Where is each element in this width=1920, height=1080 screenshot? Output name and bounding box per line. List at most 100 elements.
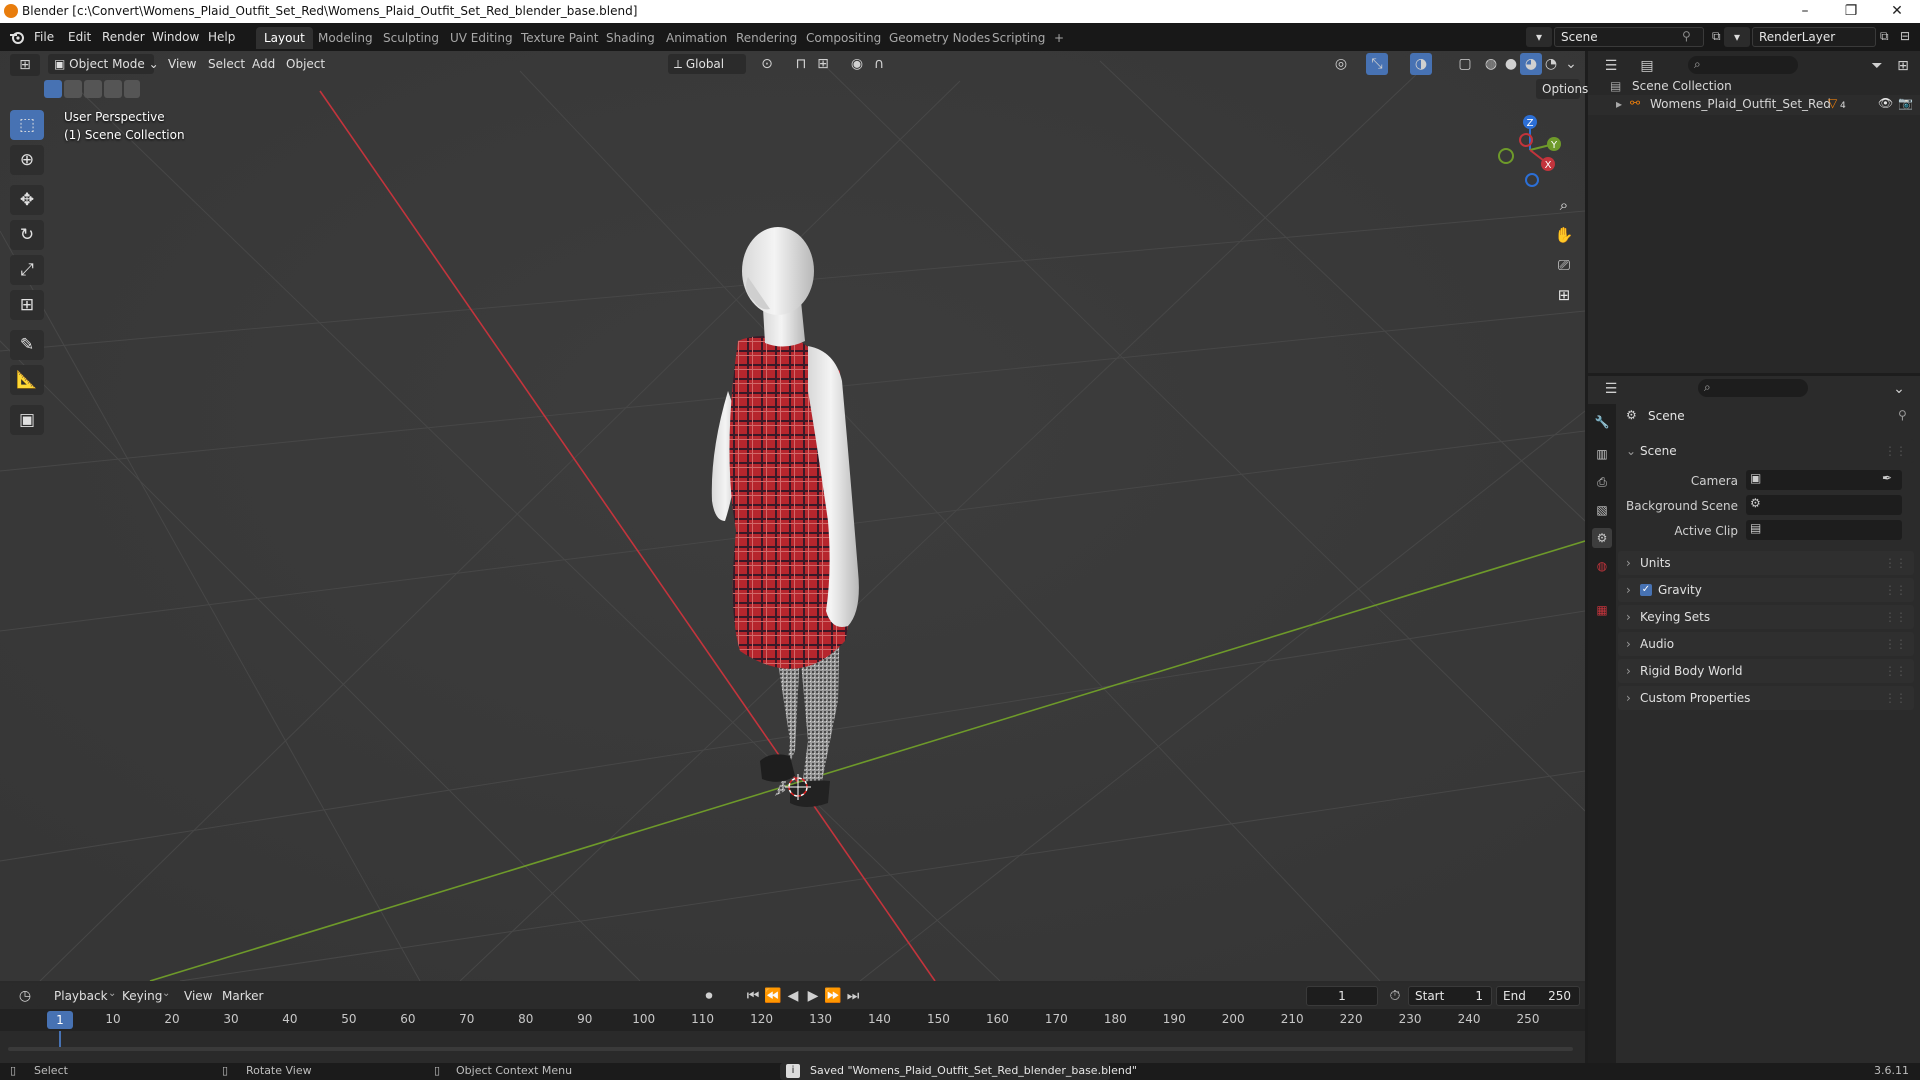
texture-tab-icon[interactable]: ▦ bbox=[1592, 600, 1612, 620]
pan-hand-icon[interactable]: ✋ bbox=[1550, 221, 1578, 249]
tab-scripting[interactable]: Scripting bbox=[984, 27, 1053, 49]
tab-geometry-nodes[interactable]: Geometry Nodes bbox=[881, 27, 998, 49]
grid-view-icon[interactable]: ⊞ bbox=[1550, 281, 1578, 309]
properties-options-icon[interactable]: ⌄ bbox=[1888, 378, 1910, 400]
record-icon[interactable]: ⏺ bbox=[698, 985, 720, 1007]
select-extend-icon[interactable] bbox=[64, 80, 82, 98]
next-keyframe-icon[interactable]: ⏩ bbox=[822, 985, 844, 1007]
gravity-checkbox[interactable]: ✓ bbox=[1640, 584, 1652, 596]
tab-animation[interactable]: Animation bbox=[658, 27, 735, 49]
navigation-gizmo[interactable]: Z Y X bbox=[1490, 110, 1570, 190]
panel-audio[interactable]: › Audio ⋮⋮ bbox=[1618, 632, 1914, 656]
play-icon[interactable]: ▶ bbox=[802, 985, 824, 1007]
scene-pin-icon[interactable]: ⚲ bbox=[1682, 29, 1691, 43]
move-tool-icon[interactable]: ✥ bbox=[10, 185, 44, 215]
blender-menu-icon[interactable] bbox=[8, 29, 26, 45]
filter-icon[interactable]: ⏷ bbox=[1866, 55, 1888, 77]
menu-marker[interactable]: Marker bbox=[216, 986, 269, 1006]
menu-select[interactable]: Select bbox=[202, 54, 251, 74]
new-scene-icon[interactable]: ⧉ bbox=[1712, 29, 1721, 44]
menu-view[interactable]: View bbox=[162, 54, 202, 74]
options-dropdown[interactable]: Options bbox=[1536, 79, 1588, 99]
material-shading-icon[interactable]: ◕ bbox=[1520, 53, 1542, 75]
drag-handle-icon[interactable]: ⋮⋮ bbox=[1884, 578, 1907, 602]
panel-custom-properties[interactable]: › Custom Properties ⋮⋮ bbox=[1618, 686, 1914, 710]
tab-modeling[interactable]: Modeling bbox=[310, 27, 381, 49]
tab-layout[interactable]: Layout bbox=[256, 27, 313, 49]
add-workspace-button[interactable]: + bbox=[1046, 27, 1072, 49]
menu-add[interactable]: Add bbox=[246, 54, 281, 74]
properties-search-input[interactable]: ⌕ bbox=[1698, 379, 1808, 397]
panel-gravity[interactable]: › ✓ Gravity ⋮⋮ bbox=[1618, 578, 1914, 602]
expand-arrow-icon[interactable]: ▸ bbox=[1616, 97, 1622, 111]
add-cube-tool-icon[interactable]: ▣ bbox=[10, 405, 44, 435]
camera-render-icon[interactable]: 📷 bbox=[1898, 96, 1913, 110]
scale-tool-icon[interactable]: ⤢ bbox=[10, 255, 44, 285]
active-clip-field[interactable]: ▤ bbox=[1746, 520, 1902, 540]
xray-toggle-icon[interactable]: ▢ bbox=[1454, 53, 1476, 75]
timeline-scrollbar[interactable] bbox=[8, 1047, 1573, 1051]
menu-keying[interactable]: Keying bbox=[116, 986, 168, 1006]
maximize-button[interactable]: ❐ bbox=[1828, 0, 1874, 23]
minimize-button[interactable]: – bbox=[1782, 0, 1828, 23]
drag-handle-icon[interactable]: ⋮⋮ bbox=[1884, 551, 1907, 575]
select-new-icon[interactable] bbox=[44, 80, 62, 98]
render-layer-browse-icon[interactable]: ▾ bbox=[1724, 27, 1750, 47]
tab-compositing[interactable]: Compositing bbox=[798, 27, 889, 49]
gizmo-toggle-icon[interactable]: ⤡ bbox=[1366, 53, 1388, 75]
mode-selector[interactable]: ▣ Object Mode ⌄ bbox=[48, 54, 159, 74]
visibility-icon[interactable]: ◎ bbox=[1330, 53, 1352, 75]
prev-keyframe-icon[interactable]: ⏪ bbox=[762, 985, 784, 1007]
eyedropper-icon[interactable]: ✒ bbox=[1882, 471, 1892, 485]
annotate-tool-icon[interactable]: ✎ bbox=[10, 330, 44, 360]
pin-icon[interactable]: ⚲ bbox=[1898, 408, 1907, 422]
select-subtract-icon[interactable] bbox=[84, 80, 102, 98]
timeline-ruler[interactable]: 10 20 30 40 50 60 70 80 90 100 110 120 130 140 150 160 1… bbox=[0, 1009, 1585, 1031]
camera-view-icon[interactable]: ⎚ bbox=[1550, 251, 1578, 279]
jump-end-icon[interactable]: ⏭ bbox=[842, 985, 864, 1007]
new-collection-icon[interactable]: ⊞ bbox=[1892, 55, 1914, 77]
play-reverse-icon[interactable]: ◀ bbox=[782, 985, 804, 1007]
preview-range-icon[interactable]: ⏱ bbox=[1384, 985, 1406, 1007]
select-box-tool-icon[interactable]: ⬚ bbox=[10, 110, 44, 140]
panel-rigid-body-world[interactable]: › Rigid Body World ⋮⋮ bbox=[1618, 659, 1914, 683]
render-layer-field[interactable]: RenderLayer bbox=[1752, 27, 1876, 47]
tab-texture-paint[interactable]: Texture Paint bbox=[513, 27, 606, 49]
close-button[interactable]: ✕ bbox=[1874, 0, 1920, 23]
drag-handle-icon[interactable]: ⋮⋮ bbox=[1884, 659, 1907, 683]
3d-viewport[interactable] bbox=[0, 51, 1585, 981]
transform-orientation-dropdown[interactable]: ⟂ Global bbox=[668, 54, 746, 74]
scene-browse-icon[interactable]: ▾ bbox=[1526, 27, 1552, 47]
outliner-editor-type-icon[interactable]: ☰ bbox=[1596, 55, 1626, 77]
display-mode-icon[interactable]: ▤ bbox=[1632, 55, 1662, 77]
timeline-editor-type-icon[interactable]: ◷ bbox=[10, 985, 40, 1007]
eye-visibility-icon[interactable]: 👁 bbox=[1878, 96, 1893, 110]
view-layer-tab-icon[interactable]: ▧ bbox=[1592, 500, 1612, 520]
rotate-tool-icon[interactable]: ↻ bbox=[10, 220, 44, 250]
overlays-toggle-icon[interactable]: ◑ bbox=[1410, 53, 1432, 75]
output-tab-icon[interactable]: ⎙ bbox=[1592, 472, 1612, 492]
tab-shading[interactable]: Shading bbox=[598, 27, 663, 49]
world-tab-icon[interactable]: ◍ bbox=[1592, 556, 1612, 576]
tab-uv-editing[interactable]: UV Editing bbox=[442, 27, 521, 49]
jump-start-icon[interactable]: ⏮ bbox=[742, 985, 764, 1007]
tab-rendering[interactable]: Rendering bbox=[728, 27, 805, 49]
menu-render[interactable]: Render bbox=[96, 28, 151, 46]
wireframe-shading-icon[interactable]: ◍ bbox=[1480, 53, 1502, 75]
timeline-body[interactable] bbox=[0, 1031, 1585, 1051]
solid-shading-icon[interactable]: ● bbox=[1500, 53, 1522, 75]
playhead-frame[interactable]: 1 bbox=[47, 1011, 73, 1029]
shading-options-icon[interactable]: ⌄ bbox=[1560, 53, 1582, 75]
pivot-point-icon[interactable]: ⊙ bbox=[756, 53, 778, 75]
new-render-layer-icon[interactable]: ⧉ bbox=[1880, 29, 1889, 44]
select-invert-icon[interactable] bbox=[124, 80, 140, 98]
measure-tool-icon[interactable]: 📐 bbox=[10, 365, 44, 395]
menu-object[interactable]: Object bbox=[280, 54, 331, 74]
drag-handle-icon[interactable]: ⋮⋮ bbox=[1884, 686, 1907, 710]
menu-playback[interactable]: Playback bbox=[48, 986, 114, 1006]
snap-icon[interactable]: ⊓ bbox=[790, 53, 812, 75]
panel-keying-sets[interactable]: › Keying Sets ⋮⋮ bbox=[1618, 605, 1914, 629]
menu-help[interactable]: Help bbox=[202, 28, 241, 46]
panel-units[interactable]: › Units ⋮⋮ bbox=[1618, 551, 1914, 575]
end-frame-field[interactable]: End 250 bbox=[1496, 986, 1580, 1006]
